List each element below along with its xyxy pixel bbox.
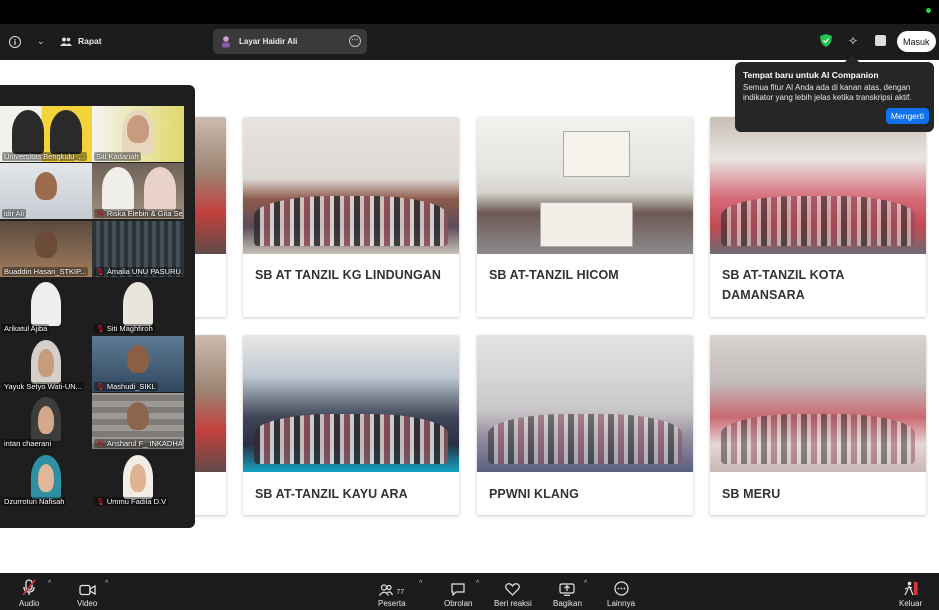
ellipsis-icon[interactable]: ⋯ [349, 35, 361, 47]
meeting-view-button[interactable]: Rapat [60, 36, 102, 46]
participant-tile[interactable]: Dzurrotun Nafisah [0, 451, 92, 507]
participant-tile[interactable]: 🎙 Àmalia UNU PASURU... [92, 221, 184, 277]
card-photo [477, 335, 693, 472]
top-toolbar: i ⌄ Rapat ✧ Masuk [0, 24, 939, 60]
tooltip-body: Semua fitur AI Anda ada di kanan atas, d… [743, 83, 912, 102]
share-label: Layar Haidir Ali [239, 37, 298, 46]
chevron-down-icon[interactable]: ⌄ [37, 36, 45, 47]
people-icon: 77 [379, 576, 404, 596]
participant-name: Dzurrotun Nafisah [2, 497, 67, 506]
card-hicom[interactable]: SB AT-TANZIL HICOM [477, 117, 693, 317]
participant-name: Universitas Bengkulu_... [2, 152, 87, 161]
calendar-icon[interactable] [875, 35, 886, 46]
chat-icon [451, 576, 465, 596]
card-photo [243, 335, 459, 472]
shield-icon[interactable] [820, 34, 832, 47]
ai-companion-tooltip: Tempat baru untuk AI Companion Semua fit… [735, 62, 934, 132]
more-button[interactable]: Lainnya [607, 576, 635, 608]
mic-off-icon: 🎙 [96, 210, 105, 218]
participant-tile[interactable]: Yayuk Setyo Wati-UN... [0, 336, 92, 392]
camera-indicator-icon [926, 8, 931, 13]
chat-button[interactable]: Obrolan [444, 576, 472, 608]
participant-tile[interactable]: Universitas Bengkulu_... [0, 106, 92, 162]
mic-off-icon: 🎙 [96, 383, 105, 391]
card-title: SB AT-TANZIL KOTA DAMANSARA [722, 268, 845, 302]
card-photo [243, 117, 459, 254]
participant-tile[interactable]: 🎙 Mashudi_SIKL [92, 336, 184, 392]
card-title: SB AT-TANZIL HICOM [489, 268, 619, 282]
more-icon [613, 576, 629, 596]
participant-tile[interactable]: idir Ali [0, 163, 92, 219]
avatar [222, 35, 230, 47]
got-it-button[interactable]: Mengerti [885, 108, 929, 124]
participant-name: Siti Kadariah [94, 152, 141, 161]
video-button[interactable]: Video [77, 576, 97, 608]
share-screen-icon [559, 576, 576, 596]
zoom-meeting-window: i ⌄ Rapat ✧ Masuk Layar Haidir Ali ⋯ SB … [0, 0, 939, 610]
participant-name: idir Ali [2, 209, 27, 218]
card-photo [710, 335, 926, 472]
participant-name: intan chaerani [2, 439, 54, 448]
participant-tile[interactable]: intan chaerani [0, 393, 92, 449]
share-options-caret[interactable]: ^ [584, 580, 587, 587]
participant-tile[interactable]: Buaddin Hasan_STKIP... [0, 221, 92, 277]
video-options-caret[interactable]: ^ [105, 580, 108, 587]
mic-off-icon: 🎙 [96, 498, 105, 506]
card-kota-damansara[interactable]: SB AT-TANZIL KOTA DAMANSARA [710, 117, 926, 317]
participant-count: 77 [396, 589, 405, 596]
mic-off-icon [22, 576, 36, 596]
share-screen-button[interactable]: Bagikan [553, 576, 582, 608]
participant-tile[interactable]: Siti Kadariah [92, 106, 184, 162]
leave-icon [904, 576, 918, 596]
bottom-control-bar: Audio ^ Video ^ 77 Peserta ^ Obrolan ^ B… [0, 573, 939, 610]
people-icon [60, 37, 72, 46]
audio-options-caret[interactable]: ^ [48, 580, 51, 587]
participant-name: Arikatul Ajiba [2, 324, 50, 333]
camera-icon [79, 576, 96, 596]
system-bar [0, 0, 939, 24]
participant-tile[interactable]: Arikatul Ajiba [0, 278, 92, 334]
sign-in-button[interactable]: Masuk [897, 31, 936, 52]
sparkle-icon[interactable]: ✧ [848, 34, 858, 48]
info-icon[interactable]: i [9, 36, 21, 48]
participant-tile[interactable]: 🎙 Ansharul F_ INKADHA... [92, 393, 184, 449]
participant-tile[interactable]: 🎙 Siti Maghfiroh [92, 278, 184, 334]
participants-button[interactable]: 77 Peserta [378, 576, 406, 608]
heart-icon [505, 576, 521, 596]
card-meru[interactable]: SB MERU [710, 335, 926, 515]
participant-name: 🎙 Mashudi_SIKL [94, 382, 158, 391]
audio-button[interactable]: Audio [19, 576, 39, 608]
participant-name: 🎙 Ansharul F_ INKADHA... [94, 439, 182, 448]
participants-options-caret[interactable]: ^ [419, 580, 422, 587]
participant-tile[interactable]: 🎙 Ummu Fadila D.V [92, 451, 184, 507]
card-title: SB AT TANZIL KG LINDUNGAN [255, 268, 442, 282]
participant-name: 🎙 Ummu Fadila D.V [94, 497, 169, 506]
meeting-label: Rapat [78, 36, 102, 46]
tooltip-title: Tempat baru untuk AI Companion [743, 70, 879, 80]
leave-button[interactable]: Keluar [899, 576, 922, 608]
reactions-button[interactable]: Beri reaksi [494, 576, 532, 608]
mic-off-icon: 🎙 [96, 268, 105, 276]
participant-gallery[interactable]: Universitas Bengkulu_... Siti Kadariah i… [0, 85, 195, 528]
participant-name: Yayuk Setyo Wati-UN... [2, 382, 84, 391]
screen-share-pill[interactable]: Layar Haidir Ali ⋯ [213, 29, 367, 54]
participant-name: 🎙 Àmalia UNU PASURU... [94, 267, 182, 276]
card-ppwni-klang[interactable]: PPWNI KLANG [477, 335, 693, 515]
card-kg-lindungan[interactable]: SB AT TANZIL KG LINDUNGAN [243, 117, 459, 317]
card-kayu-ara[interactable]: SB AT-TANZIL KAYU ARA [243, 335, 459, 515]
participant-name: Buaddin Hasan_STKIP... [2, 267, 89, 276]
participant-tile[interactable]: 🎙 Riska Elebin & Gita Se... [92, 163, 184, 219]
chat-options-caret[interactable]: ^ [476, 580, 479, 587]
mic-off-icon: 🎙 [96, 325, 105, 333]
card-photo [477, 117, 693, 254]
participant-name: 🎙 Riska Elebin & Gita Se... [94, 209, 182, 218]
card-title: SB AT-TANZIL KAYU ARA [255, 487, 408, 501]
card-title: PPWNI KLANG [489, 487, 579, 501]
card-photo [710, 117, 926, 254]
mic-off-icon: 🎙 [96, 440, 105, 448]
participant-name: 🎙 Siti Maghfiroh [94, 324, 155, 333]
card-title: SB MERU [722, 487, 781, 501]
